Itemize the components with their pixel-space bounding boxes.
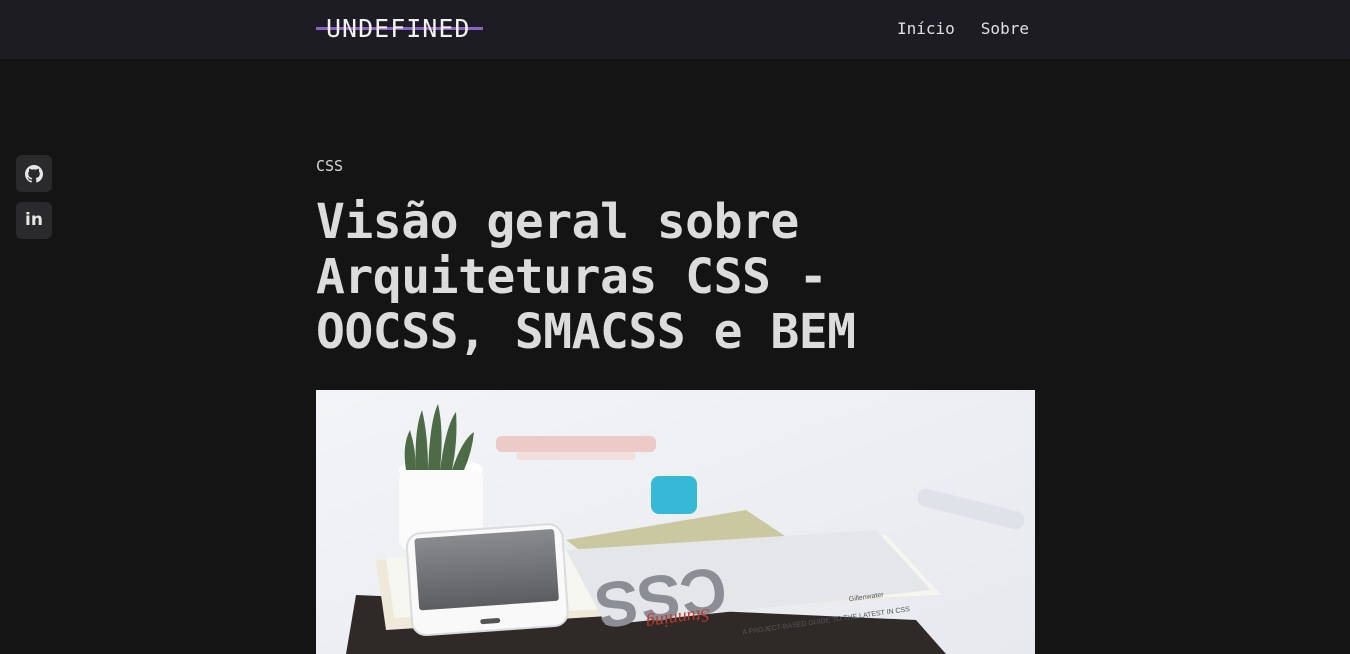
github-icon bbox=[25, 164, 43, 183]
logo-text: UNDEFINED bbox=[326, 13, 471, 43]
nav-link-sobre[interactable]: Sobre bbox=[981, 18, 1029, 40]
site-logo[interactable]: UNDEFINED bbox=[316, 12, 483, 44]
article-category[interactable]: CSS bbox=[316, 157, 343, 175]
article-title: Visão geral sobre Arquiteturas CSS - OOC… bbox=[316, 194, 856, 360]
github-button[interactable] bbox=[16, 155, 52, 192]
site-header: UNDEFINED Início Sobre bbox=[0, 0, 1350, 59]
linkedin-button[interactable]: in bbox=[16, 202, 52, 239]
social-links: in bbox=[16, 155, 52, 239]
nav-link-inicio[interactable]: Início bbox=[897, 18, 955, 40]
hero-illustration: CSS Stunning A PROJECT-BASED GUIDE TO TH… bbox=[316, 390, 1035, 654]
article-hero-image: CSS Stunning A PROJECT-BASED GUIDE TO TH… bbox=[316, 390, 1035, 654]
linkedin-icon: in bbox=[25, 210, 43, 230]
main-nav: Início Sobre bbox=[897, 18, 1029, 40]
